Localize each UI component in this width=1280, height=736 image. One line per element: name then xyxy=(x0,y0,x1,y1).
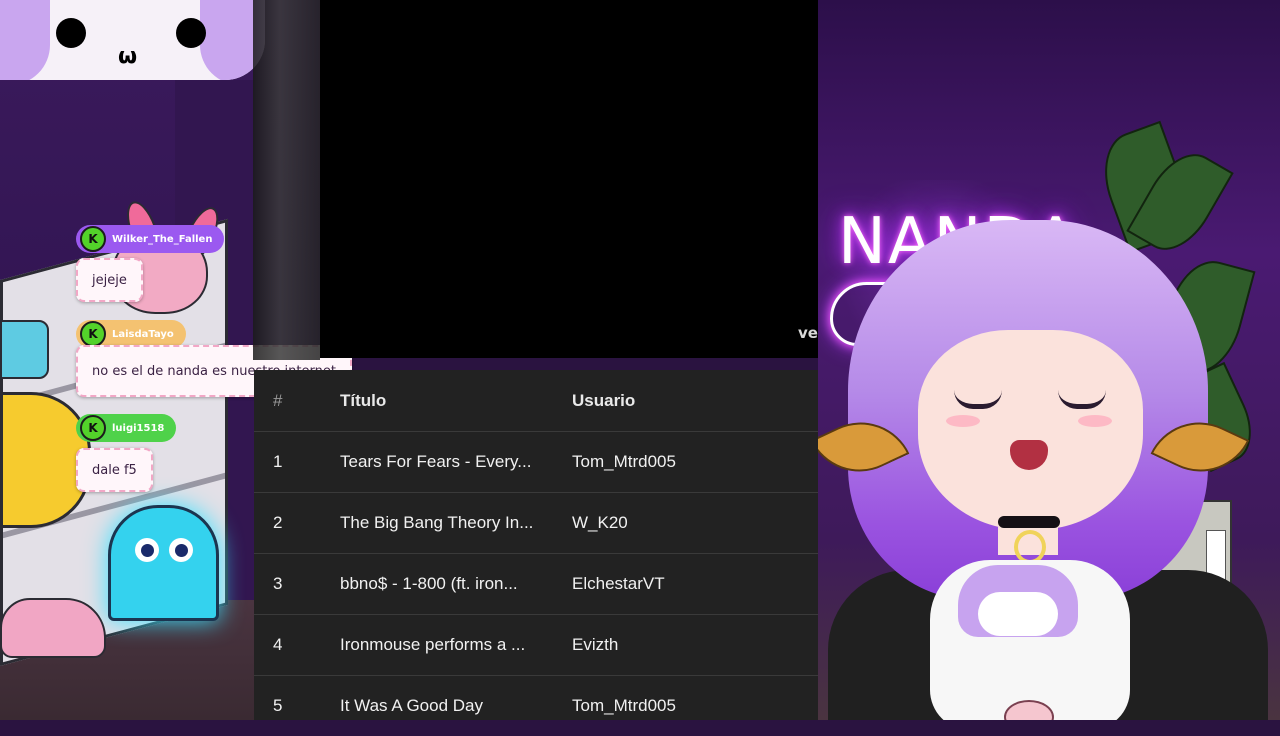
shirt-print-face-icon xyxy=(978,592,1058,636)
row-title: It Was A Good Day xyxy=(340,695,483,715)
row-user: Tom_Mtrd005 xyxy=(572,695,676,715)
ghost-eye xyxy=(135,538,159,562)
avatar-hair xyxy=(0,0,50,80)
vtuber-scene: NANDA xyxy=(818,0,1280,720)
row-title: bbno$ - 1-800 (ft. iron... xyxy=(340,573,518,593)
video-overflow-text: ve xyxy=(798,324,818,342)
row-number: 3 xyxy=(273,573,283,593)
chat-text: dale f5 xyxy=(76,448,153,492)
toy-car-icon xyxy=(0,598,106,658)
song-request-table: # Título Usuario 1 Tears For Fears - Eve… xyxy=(254,370,818,720)
vtuber-eye xyxy=(954,390,1002,409)
row-user: Evizth xyxy=(572,634,619,654)
video-player[interactable] xyxy=(320,0,818,358)
k-badge-icon: K xyxy=(80,415,106,441)
row-number: 4 xyxy=(273,634,283,654)
vtuber-eye xyxy=(1058,390,1106,409)
ghost-pupil xyxy=(175,544,188,557)
column-header-title: Título xyxy=(340,390,387,410)
chat-username-tag: K luigi1518 xyxy=(76,414,177,442)
k-badge-icon: K xyxy=(80,321,106,347)
row-number: 2 xyxy=(273,512,283,532)
blue-gadget-icon xyxy=(0,320,49,379)
video-edge-blur xyxy=(253,0,320,360)
avatar-eye xyxy=(176,18,206,48)
table-header: # Título Usuario xyxy=(254,370,818,432)
ghost-pupil xyxy=(141,544,154,557)
k-badge-icon: K xyxy=(80,226,106,252)
table-row[interactable]: 5 It Was A Good Day Tom_Mtrd005 xyxy=(254,675,818,720)
chat-username: Wilker_The_Fallen xyxy=(112,233,213,245)
row-user: Tom_Mtrd005 xyxy=(572,451,676,471)
row-number: 1 xyxy=(273,451,283,471)
chat-text: jejeje xyxy=(76,258,143,302)
table-row[interactable]: 4 Ironmouse performs a ... Evizth xyxy=(254,614,818,676)
row-title: Ironmouse performs a ... xyxy=(340,634,526,654)
vtuber-blush xyxy=(946,415,980,427)
row-user: ElchestarVT xyxy=(572,573,665,593)
vtuber-blush xyxy=(1078,415,1112,427)
row-title: Tears For Fears - Every... xyxy=(340,451,532,471)
pacman-ghost-icon xyxy=(108,505,219,621)
column-header-user: Usuario xyxy=(572,390,636,410)
vtuber-mouth xyxy=(1010,440,1048,470)
row-title: The Big Bang Theory In... xyxy=(340,512,534,532)
avatar-face-icon: ω xyxy=(0,0,265,80)
chat-username: LaisdaTayo xyxy=(112,328,174,340)
avatar-eye xyxy=(56,18,86,48)
avatar-mouth: ω xyxy=(118,44,138,69)
row-user: W_K20 xyxy=(572,512,628,532)
column-header-number: # xyxy=(273,390,283,410)
ghost-eye xyxy=(169,538,193,562)
vtuber-choker xyxy=(998,516,1060,528)
table-row[interactable]: 2 The Big Bang Theory In... W_K20 xyxy=(254,492,818,554)
chat-username-tag: K LaisdaTayo xyxy=(76,320,186,348)
table-row[interactable]: 3 bbno$ - 1-800 (ft. iron... ElchestarVT xyxy=(254,553,818,615)
row-number: 5 xyxy=(273,695,283,715)
vtuber-face xyxy=(918,330,1143,530)
chat-username-tag: K Wilker_The_Fallen xyxy=(76,225,225,253)
table-row[interactable]: 1 Tears For Fears - Every... Tom_Mtrd005 xyxy=(254,431,818,493)
chat-username: luigi1518 xyxy=(112,422,165,434)
bell-icon xyxy=(1014,530,1046,564)
